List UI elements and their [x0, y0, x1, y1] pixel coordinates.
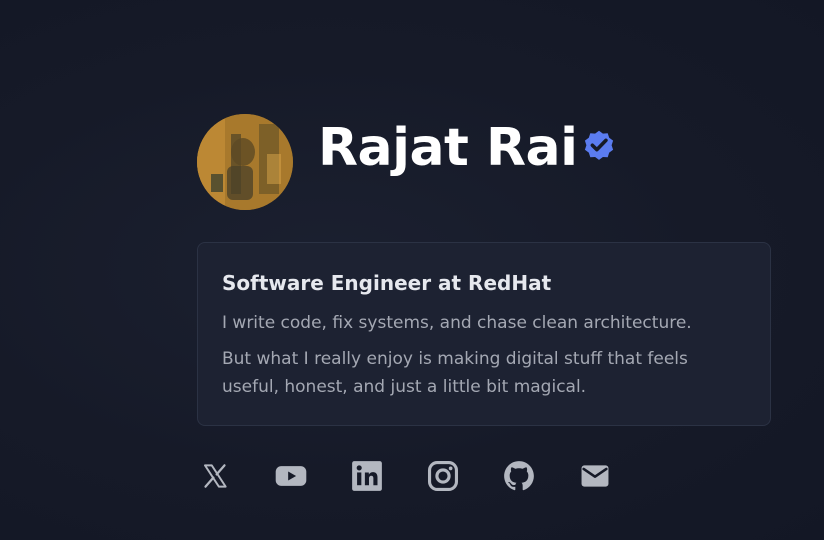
- youtube-link[interactable]: [273, 458, 309, 494]
- x-icon: [204, 464, 227, 488]
- verified-badge-icon: [584, 130, 614, 160]
- github-icon: [504, 461, 534, 491]
- mail-link[interactable]: [577, 458, 613, 494]
- mail-icon: [581, 465, 609, 487]
- bio-line-1: I write code, fix systems, and chase cle…: [222, 313, 692, 333]
- profile-name: Rajat Rai: [318, 118, 578, 178]
- instagram-link[interactable]: [425, 458, 461, 494]
- avatar-photo: [197, 114, 293, 210]
- bio-line-2: But what I really enjoy is making digita…: [222, 349, 688, 397]
- social-links: [197, 458, 653, 494]
- bio-card: Software Engineer at RedHat I write code…: [197, 242, 771, 426]
- linkedin-link[interactable]: [349, 458, 385, 494]
- x-link[interactable]: [197, 458, 233, 494]
- linkedin-icon: [352, 461, 382, 491]
- avatar: [197, 114, 293, 210]
- youtube-icon: [275, 466, 307, 486]
- github-link[interactable]: [501, 458, 537, 494]
- job-title: Software Engineer at RedHat: [222, 271, 552, 295]
- instagram-icon: [427, 460, 459, 492]
